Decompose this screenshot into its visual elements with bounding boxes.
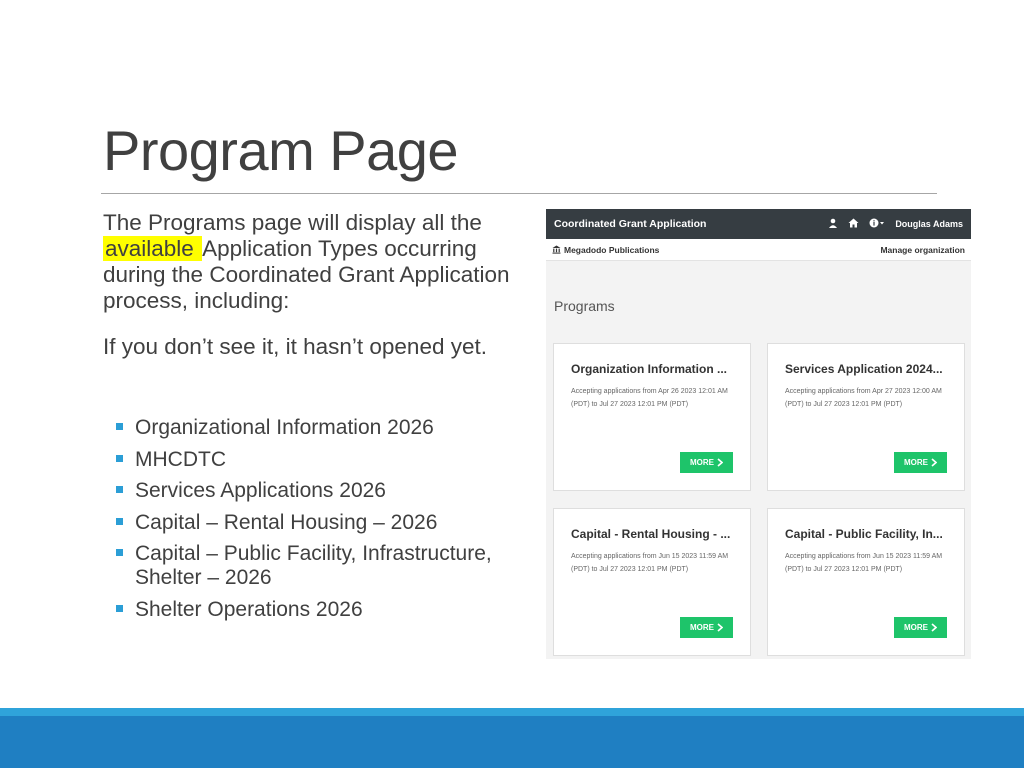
footer-accent-bar xyxy=(0,708,1024,716)
list-item-text: MHCDTC xyxy=(135,447,226,471)
user-menu[interactable]: Douglas Adams xyxy=(895,219,963,229)
list-item: Shelter Operations 2026 xyxy=(116,598,516,622)
list-item-text: Organizational Information 2026 xyxy=(135,416,434,439)
list-item: Services Applications 2026 xyxy=(116,479,516,503)
more-button[interactable]: MORE xyxy=(680,617,733,638)
organization-bar: Megadodo Publications Manage organizatio… xyxy=(546,239,971,261)
note-paragraph: If you don’t see it, it hasn’t opened ye… xyxy=(103,334,487,359)
program-card-dates: Accepting applications from Jun 15 2023 … xyxy=(785,553,943,573)
bullet-square-icon xyxy=(116,486,123,493)
program-card-title: Organization Information ... xyxy=(571,362,727,376)
program-card-title: Capital - Public Facility, In... xyxy=(785,527,943,541)
program-list: Organizational Information 2026 MHCDTC S… xyxy=(116,416,516,629)
manage-organization-link[interactable]: Manage organization xyxy=(880,245,965,255)
user-admin-icon[interactable] xyxy=(828,218,838,231)
more-button-label: MORE xyxy=(690,623,714,632)
app-title[interactable]: Coordinated Grant Application xyxy=(554,218,828,230)
chevron-right-icon xyxy=(717,623,723,632)
title-divider xyxy=(101,193,937,194)
more-button[interactable]: MORE xyxy=(680,452,733,473)
list-item-text: Shelter Operations 2026 xyxy=(135,597,363,621)
slide-body: The Programs page will display all the a… xyxy=(103,210,523,380)
bullet-square-icon xyxy=(116,454,123,462)
app-navbar: Coordinated Grant Application Douglas Ad… xyxy=(546,209,971,239)
bullet-square-icon xyxy=(116,549,123,556)
program-card: Services Application 2024... Accepting a… xyxy=(767,343,965,491)
highlighted-word: available xyxy=(103,236,203,261)
navbar-icons: Douglas Adams xyxy=(828,218,963,231)
intro-text-start: The Programs page will display all the xyxy=(103,210,482,235)
chevron-right-icon xyxy=(931,458,937,467)
bullet-square-icon xyxy=(116,517,123,525)
program-card-title: Services Application 2024... xyxy=(785,362,943,376)
organization-label: Megadodo Publications xyxy=(564,244,660,255)
program-card: Capital - Public Facility, In... Accepti… xyxy=(767,508,965,656)
footer-bar xyxy=(0,716,1024,768)
more-button-label: MORE xyxy=(904,623,928,632)
bullet-square-icon xyxy=(116,604,123,612)
slide-title: Program Page xyxy=(103,119,459,182)
list-item-text: Capital – Public Facility, Infrastructur… xyxy=(135,542,492,589)
program-card-dates: Accepting applications from Apr 27 2023 … xyxy=(785,388,942,408)
more-button-label: MORE xyxy=(904,458,928,467)
program-card: Capital - Rental Housing - ... Accepting… xyxy=(553,508,751,656)
program-card-dates: Accepting applications from Jun 15 2023 … xyxy=(571,553,729,573)
list-item: Organizational Information 2026 xyxy=(116,416,516,440)
organization-name[interactable]: Megadodo Publications xyxy=(552,245,659,255)
intro-paragraph: The Programs page will display all the a… xyxy=(103,210,523,314)
list-item: Capital – Rental Housing – 2026 xyxy=(116,511,516,535)
programs-heading: Programs xyxy=(554,298,615,314)
program-card-dates: Accepting applications from Apr 26 2023 … xyxy=(571,388,728,408)
programs-screenshot: Coordinated Grant Application Douglas Ad… xyxy=(546,209,971,659)
more-button[interactable]: MORE xyxy=(894,617,947,638)
list-item-text: Services Applications 2026 xyxy=(135,479,386,502)
list-item: Capital – Public Facility, Infrastructur… xyxy=(116,542,516,590)
list-item-text: Capital – Rental Housing – 2026 xyxy=(135,510,438,534)
more-button-label: MORE xyxy=(690,458,714,467)
list-item: MHCDTC xyxy=(116,448,516,472)
home-icon[interactable] xyxy=(848,218,859,231)
program-card-title: Capital - Rental Housing - ... xyxy=(571,527,731,541)
building-icon xyxy=(552,245,561,254)
program-card: Organization Information ... Accepting a… xyxy=(553,343,751,491)
info-dropdown-icon[interactable] xyxy=(869,218,885,231)
more-button[interactable]: MORE xyxy=(894,452,947,473)
bullet-square-icon xyxy=(116,423,123,430)
chevron-right-icon xyxy=(717,458,723,467)
chevron-right-icon xyxy=(931,623,937,632)
